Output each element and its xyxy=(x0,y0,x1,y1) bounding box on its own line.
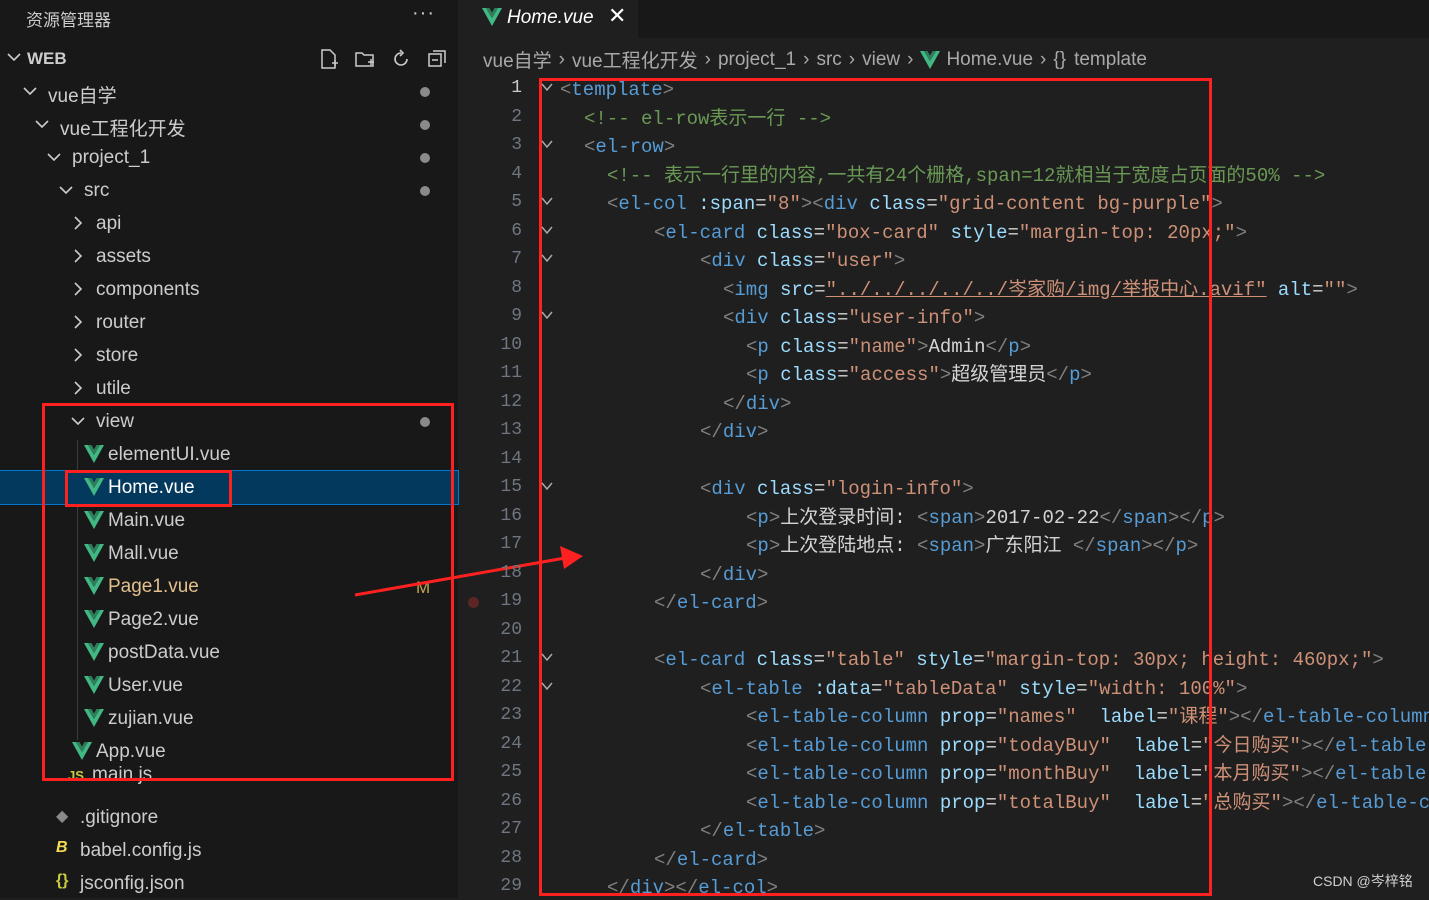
line-number: 13 xyxy=(500,420,522,440)
fold-chevron-icon[interactable] xyxy=(540,650,554,667)
line-number: 20 xyxy=(500,619,522,640)
line-number: 24 xyxy=(500,733,522,754)
fold-chevron-icon[interactable] xyxy=(540,308,554,325)
line-number: 6 xyxy=(511,220,522,241)
line-number: 3 xyxy=(511,135,522,155)
line-number: 18 xyxy=(500,562,522,583)
line-number: 14 xyxy=(500,448,522,469)
fold-chevron-icon[interactable] xyxy=(540,479,554,496)
fold-chevron-icon[interactable] xyxy=(540,679,554,696)
line-number: 22 xyxy=(500,676,522,697)
line-number: 9 xyxy=(511,306,522,326)
line-number: 1 xyxy=(511,78,522,98)
line-number: 23 xyxy=(500,705,522,725)
line-number: 19 xyxy=(500,591,522,611)
line-number: 11 xyxy=(500,363,522,383)
line-number: 27 xyxy=(500,819,522,839)
line-number: 25 xyxy=(500,762,522,782)
line-number: 4 xyxy=(511,163,522,184)
fold-chevron-icon[interactable] xyxy=(540,194,554,211)
fold-chevron-icon[interactable] xyxy=(540,80,554,97)
line-number: 16 xyxy=(500,505,522,526)
fold-chevron-icon[interactable] xyxy=(540,223,554,240)
line-number: 12 xyxy=(500,391,522,412)
line-number: 8 xyxy=(511,277,522,298)
line-number: 7 xyxy=(511,249,522,269)
line-number: 5 xyxy=(511,192,522,212)
line-number: 29 xyxy=(500,876,522,896)
watermark: CSDN @岑梓铭 xyxy=(1313,873,1413,889)
line-number: 15 xyxy=(500,477,522,497)
line-number: 26 xyxy=(500,790,522,811)
line-number: 21 xyxy=(500,648,522,668)
annotation-arrow-icon xyxy=(354,546,583,597)
line-number: 10 xyxy=(500,334,522,355)
fold-chevron-icon[interactable] xyxy=(540,137,554,154)
line-number: 28 xyxy=(500,847,522,868)
line-number: 17 xyxy=(500,534,522,554)
line-number: 2 xyxy=(511,106,522,127)
fold-chevron-icon[interactable] xyxy=(540,251,554,268)
